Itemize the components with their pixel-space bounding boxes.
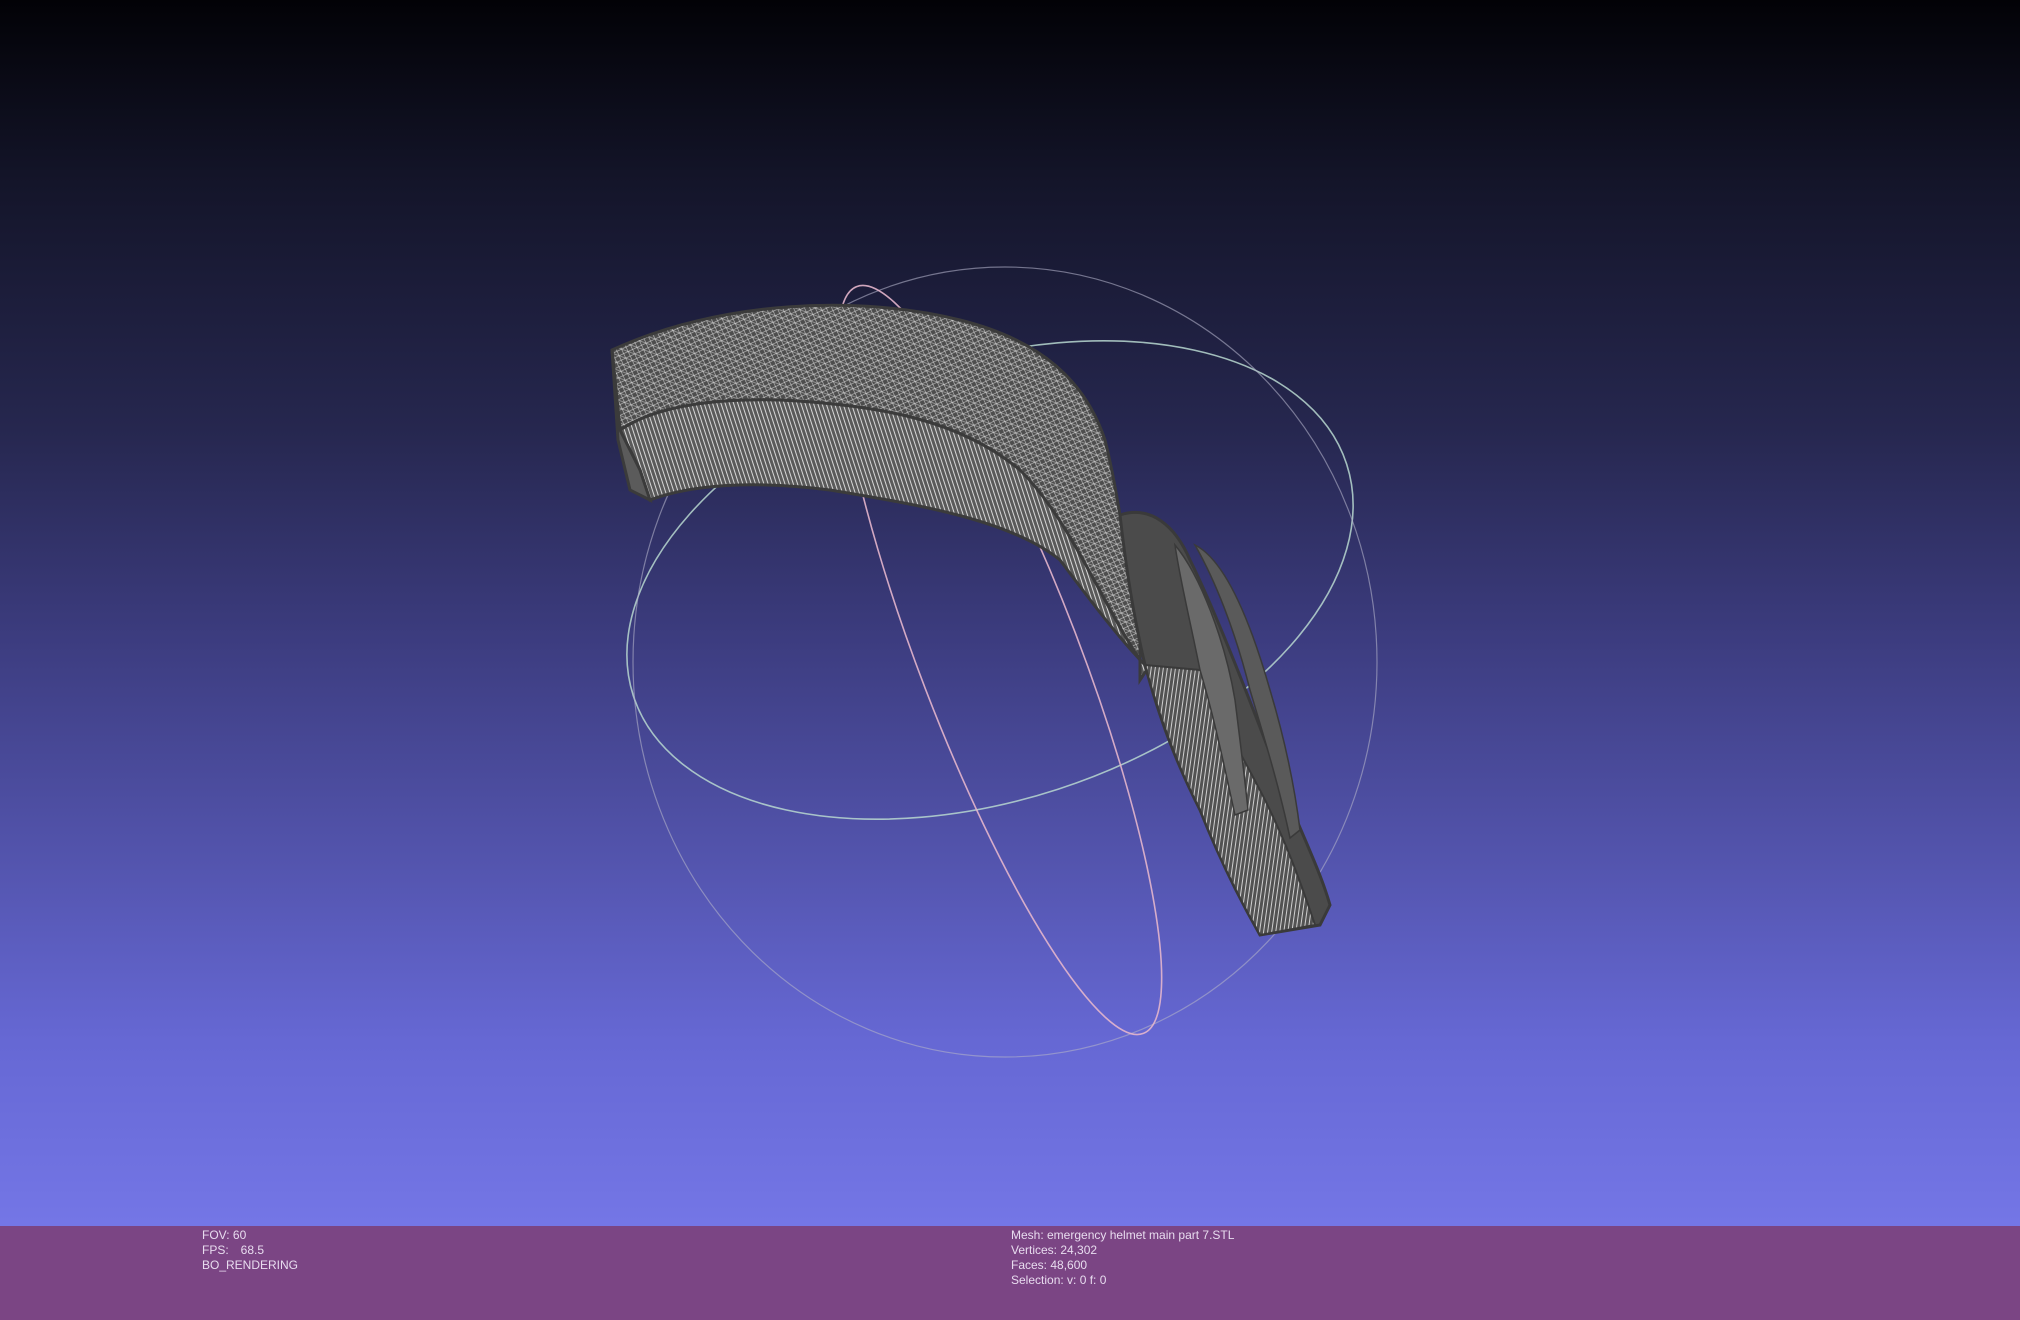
face-count: Faces: 48,600 [1011,1258,1088,1272]
status-bar: FOV: 60 FPS: 68.5 BO_RENDERING Mesh: emer… [0,1226,2020,1320]
3d-viewport[interactable] [0,0,2020,1226]
view-info: FOV: 60 FPS: 68.5 BO_RENDERING [202,1228,298,1273]
vertex-count: Vertices: 24,302 [1011,1243,1098,1257]
mesh-info: Mesh: emergency helmet main part 7.STL V… [1011,1228,1234,1288]
mesh-model [610,303,1332,937]
fps-value: 68.5 [240,1243,265,1257]
fps-label: FPS: [202,1243,229,1257]
selection-info: Selection: v: 0 f: 0 [1011,1273,1107,1287]
fov-readout: FOV: 60 [202,1228,247,1242]
render-mode: BO_RENDERING [202,1258,299,1272]
fps-readout: FPS: 68.5 [202,1243,298,1258]
render-canvas[interactable] [0,0,2020,1226]
mesh-name: Mesh: emergency helmet main part 7.STL [1011,1228,1235,1242]
